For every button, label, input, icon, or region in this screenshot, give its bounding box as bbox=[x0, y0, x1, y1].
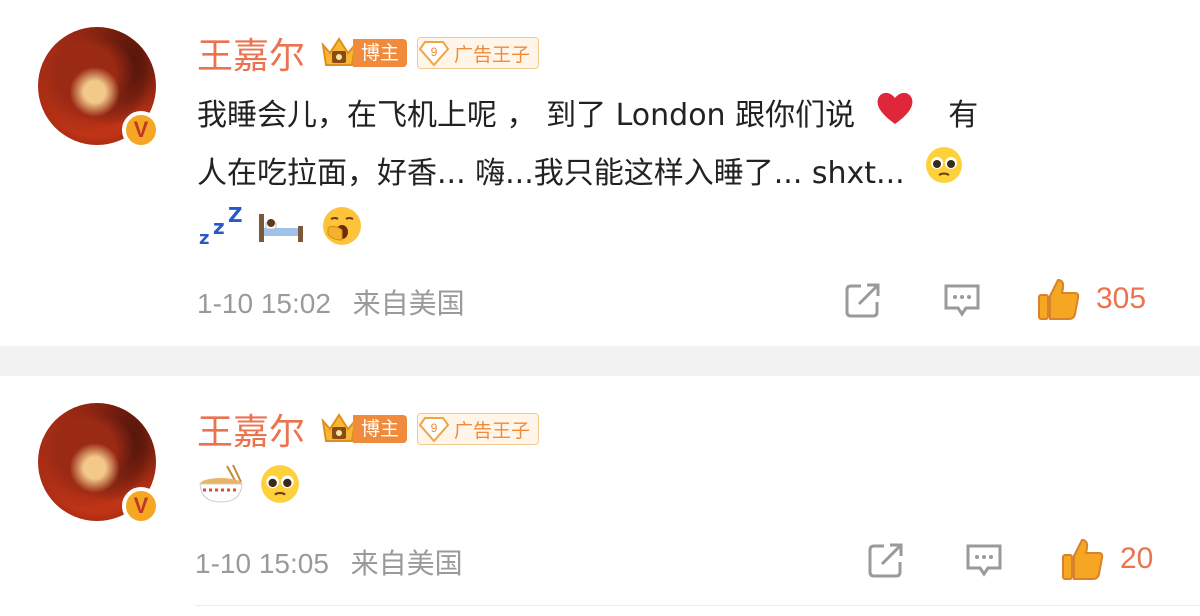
comment-meta: 1-10 15:02 来自美国 bbox=[197, 282, 465, 322]
blogger-label: 博主 bbox=[353, 415, 408, 443]
diamond-level-icon: 9 bbox=[418, 38, 450, 68]
bed-icon bbox=[257, 206, 305, 265]
blogger-badge[interactable]: 博主 bbox=[319, 37, 408, 68]
blogger-label: 博主 bbox=[353, 39, 408, 67]
divider-line bbox=[195, 605, 1200, 606]
comment-item: V 王嘉尔 博主 9 广告王子 1-10 15:05 来自美国 20 bbox=[0, 376, 1200, 616]
username[interactable]: 王嘉尔 bbox=[197, 403, 305, 455]
blogger-badge[interactable]: 博主 bbox=[319, 413, 408, 444]
like-button[interactable]: 20 bbox=[1060, 536, 1153, 582]
share-button[interactable] bbox=[843, 280, 883, 320]
svg-text:Z: Z bbox=[228, 204, 243, 227]
like-count: 20 bbox=[1120, 542, 1154, 575]
comment-icon bbox=[944, 284, 980, 317]
ramen-bowl-icon bbox=[197, 462, 245, 525]
comment-text-line1: 我睡会儿，在飞机上呢 ， 到了 London 跟你们说 bbox=[197, 98, 856, 133]
thumbs-up-icon bbox=[1038, 278, 1080, 320]
comment-text-line2: 人在吃拉面，好香... 嗨...我只能这样入睡了... shxt... bbox=[197, 155, 905, 191]
reply-button[interactable] bbox=[964, 542, 1004, 578]
svg-text:9: 9 bbox=[431, 421, 438, 435]
like-count: 305 bbox=[1096, 282, 1147, 315]
verified-badge-icon: V bbox=[122, 111, 160, 149]
ad-prince-badge[interactable]: 9 广告王子 bbox=[417, 37, 540, 69]
avatar[interactable]: V bbox=[38, 403, 160, 525]
comment-meta: 1-10 15:05 来自美国 bbox=[195, 542, 463, 582]
timestamp: 1-10 15:02 bbox=[197, 288, 331, 319]
avatar[interactable]: V bbox=[38, 27, 160, 149]
pleading-face-icon bbox=[259, 463, 301, 524]
zzz-icon: z z Z bbox=[197, 203, 247, 267]
like-button[interactable]: 305 bbox=[1036, 276, 1146, 322]
svg-text:z: z bbox=[213, 215, 225, 239]
comment-icon bbox=[966, 544, 1002, 577]
share-icon bbox=[845, 283, 880, 318]
comment-text bbox=[197, 462, 301, 525]
diamond-level-icon: 9 bbox=[418, 414, 450, 444]
location-source: 来自美国 bbox=[350, 548, 463, 579]
username[interactable]: 王嘉尔 bbox=[197, 27, 305, 79]
red-heart-icon bbox=[875, 89, 915, 145]
verified-badge-icon: V bbox=[122, 487, 160, 525]
section-divider bbox=[0, 346, 1200, 376]
ad-prince-label: 广告王子 bbox=[454, 419, 531, 442]
share-icon bbox=[868, 543, 903, 578]
comment-text-line1-end: 有 bbox=[948, 98, 979, 133]
svg-text:9: 9 bbox=[431, 45, 438, 59]
comment-text: 我睡会儿，在飞机上呢 ， 到了 London 跟你们说 有 人在吃拉面，好香..… bbox=[197, 88, 1157, 260]
yawning-face-icon bbox=[320, 204, 364, 267]
reply-button[interactable] bbox=[942, 282, 982, 318]
location-source: 来自美国 bbox=[352, 288, 465, 319]
share-button[interactable] bbox=[866, 540, 906, 580]
timestamp: 1-10 15:05 bbox=[195, 548, 329, 579]
ad-prince-badge[interactable]: 9 广告王子 bbox=[417, 413, 540, 445]
ad-prince-label: 广告王子 bbox=[454, 43, 531, 66]
thumbs-up-icon bbox=[1062, 538, 1104, 580]
svg-text:z: z bbox=[199, 228, 209, 248]
comment-item: V 王嘉尔 博主 9 广告王子 我睡会儿，在飞机上呢 ， 到了 London 跟… bbox=[0, 0, 1200, 346]
pleading-face-icon bbox=[924, 145, 964, 204]
